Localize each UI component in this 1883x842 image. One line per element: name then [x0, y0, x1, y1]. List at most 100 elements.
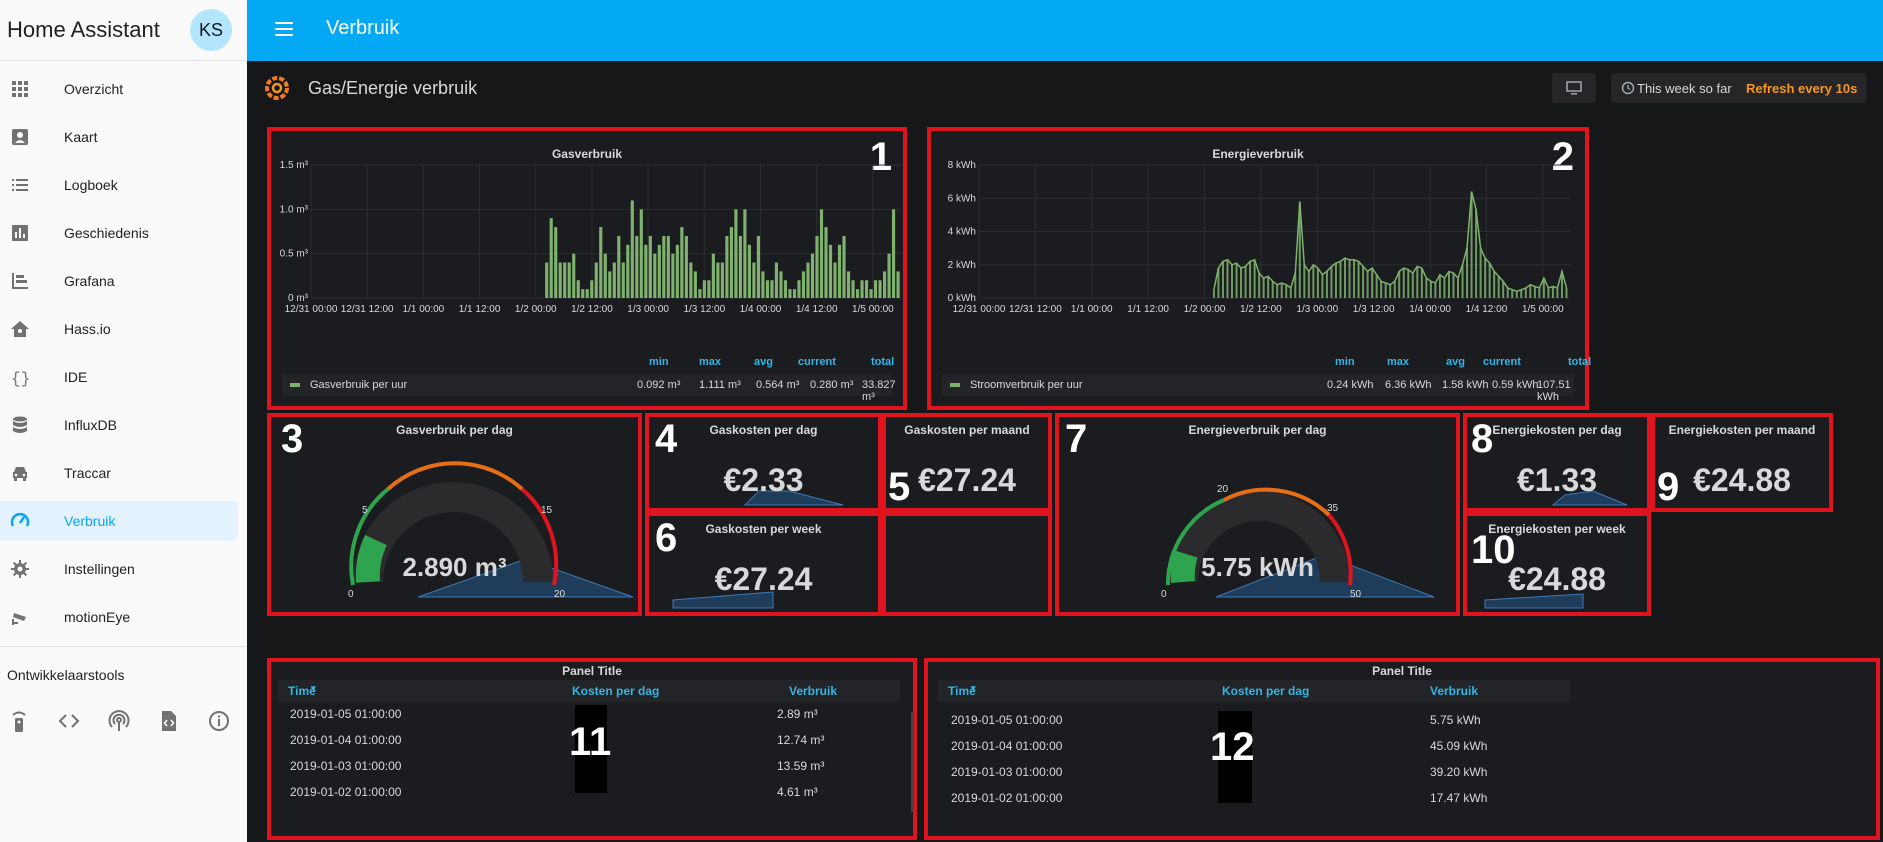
gas-bar [545, 262, 549, 298]
gas-bar [599, 227, 603, 298]
gas-bar [648, 235, 652, 298]
dashboard-title[interactable]: Gas/Energie verbruik [308, 78, 477, 99]
energy-bar [1240, 268, 1243, 298]
energy-bar [1212, 289, 1215, 298]
gas-cost-day-panel: Gaskosten per dag 4 €2.33 [645, 413, 882, 512]
sidebar-item-motioneye[interactable]: motionEye [0, 597, 238, 637]
column-header-cost[interactable]: Kosten per dag [572, 684, 659, 698]
legend-header[interactable]: total [871, 356, 894, 368]
gas-bar [698, 289, 702, 298]
legend-header[interactable]: min [1335, 356, 1355, 368]
table-cell-time: 2019-01-02 01:00:00 [951, 791, 1063, 805]
grafana-dashboard: Gas/Energie verbruik This week so far Re… [247, 61, 1883, 842]
info-icon[interactable] [207, 709, 231, 733]
energy-bar [1353, 259, 1356, 298]
energy-bar [1411, 273, 1414, 298]
home-assistant-icon [11, 321, 29, 337]
legend-header[interactable]: min [649, 356, 669, 368]
gas-bar [639, 209, 643, 298]
legend-header[interactable]: avg [754, 356, 773, 368]
x-tick-label: 1/3 00:00 [627, 304, 669, 315]
gas-bar [779, 271, 783, 298]
sidebar-item-geschiedenis[interactable]: Geschiedenis [0, 213, 238, 253]
grafana-logo-icon[interactable] [262, 73, 292, 103]
x-tick-label: 1/3 12:00 [683, 304, 725, 315]
gas-bar [846, 271, 851, 298]
x-tick-label: 1/2 12:00 [571, 304, 613, 315]
legend-header[interactable]: max [699, 356, 721, 368]
x-tick-label: 1/2 00:00 [515, 304, 557, 315]
remote-icon[interactable] [7, 709, 31, 733]
sidebar-item-hassio[interactable]: Hass.io [0, 309, 238, 349]
gas-bar [621, 262, 625, 298]
gas-bar [882, 271, 887, 298]
legend-series-name: Gasverbruik per uur [310, 379, 408, 391]
gas-bar [630, 200, 634, 298]
column-header-usage[interactable]: Verbruik [789, 684, 837, 698]
time-picker-button[interactable]: This week so far Refresh every 10s [1611, 73, 1866, 103]
energy-bar [1551, 286, 1554, 298]
column-header-usage[interactable]: Verbruik [1430, 684, 1478, 698]
cctv-icon [12, 613, 26, 625]
energy-bar [1479, 248, 1482, 298]
sidebar-item-verbruik[interactable]: Verbruik [0, 501, 238, 541]
energy-bar [1221, 261, 1224, 298]
table-cell-usage: 2.89 m³ [777, 707, 818, 721]
sidebar-item-grafana[interactable]: Grafana [0, 261, 238, 301]
legend-header[interactable]: max [1387, 356, 1409, 368]
table-scrollbar[interactable] [911, 712, 914, 812]
gas-bar [666, 235, 670, 298]
legend-header[interactable]: current [798, 356, 836, 368]
gauge-tick: 20 [554, 589, 566, 600]
legend-swatch [950, 383, 960, 387]
table-cell-time: 2019-01-04 01:00:00 [951, 739, 1063, 753]
energy-bar [1267, 276, 1270, 298]
legend-row[interactable]: Stroomverbruik per uur 0.24 kWh 6.36 kWh… [942, 374, 1574, 403]
legend-header[interactable]: current [1483, 356, 1521, 368]
sidebar-item-instellingen[interactable]: Instellingen [0, 549, 238, 589]
sidebar-item-ide[interactable]: {} IDE [0, 357, 238, 397]
gas-bar [635, 235, 639, 298]
sidebar-item-overzicht[interactable]: Overzicht [0, 69, 238, 109]
energy-bar [1307, 271, 1310, 298]
tv-mode-button[interactable] [1552, 73, 1596, 103]
x-tick-label: 1/1 00:00 [403, 304, 445, 315]
gas-bar [702, 280, 706, 298]
gas-bar [734, 209, 738, 298]
gas-bar [833, 262, 837, 298]
energy-bar [1384, 283, 1387, 298]
sidebar-divider [0, 646, 247, 647]
access-point-icon[interactable] [107, 709, 131, 733]
legend-header[interactable]: avg [1446, 356, 1465, 368]
avatar[interactable]: KS [190, 9, 232, 51]
y-tick-label: 0 m³ [288, 293, 309, 304]
gas-bar [662, 235, 666, 298]
code-tags-icon[interactable] [57, 709, 81, 733]
menu-icon[interactable] [273, 19, 295, 39]
sidebar-item-influxdb[interactable]: InfluxDB [0, 405, 238, 445]
x-tick-label: 1/1 00:00 [1071, 304, 1113, 315]
file-xml-icon[interactable] [157, 709, 181, 733]
stat-value: €1.33 [1516, 462, 1598, 498]
gauge-tick: 0 [1161, 589, 1167, 600]
legend-header[interactable]: total [1568, 356, 1591, 368]
energy-bar [1484, 258, 1487, 298]
column-header-cost[interactable]: Kosten per dag [1222, 684, 1309, 698]
stat-value: €24.88 [1693, 462, 1791, 498]
y-tick-label: 0.5 m³ [280, 249, 309, 260]
sidebar-item-traccar[interactable]: Traccar [0, 453, 238, 493]
gas-bar [581, 289, 585, 298]
sidebar-item-logboek[interactable]: Logboek [0, 165, 238, 205]
gas-bar [860, 280, 864, 298]
chart-bar-icon [12, 225, 28, 241]
energy-bar [1325, 271, 1328, 298]
panel-number: 12 [1210, 725, 1255, 769]
gas-bar [725, 235, 729, 298]
panel-title: Panel Title [1372, 664, 1432, 678]
legend-row[interactable]: Gasverbruik per uur 0.092 m³ 1.111 m³ 0.… [282, 374, 896, 403]
energy-graph-panel: Energieverbruik 2 8 kWh 6 kWh 4 kWh 2 kWh 0 … [927, 127, 1591, 410]
gas-bar [608, 271, 612, 298]
sidebar-item-kaart[interactable]: Kaart [0, 117, 238, 157]
gas-bar [873, 280, 878, 298]
sidebar-item-label: Instellingen [64, 561, 135, 577]
